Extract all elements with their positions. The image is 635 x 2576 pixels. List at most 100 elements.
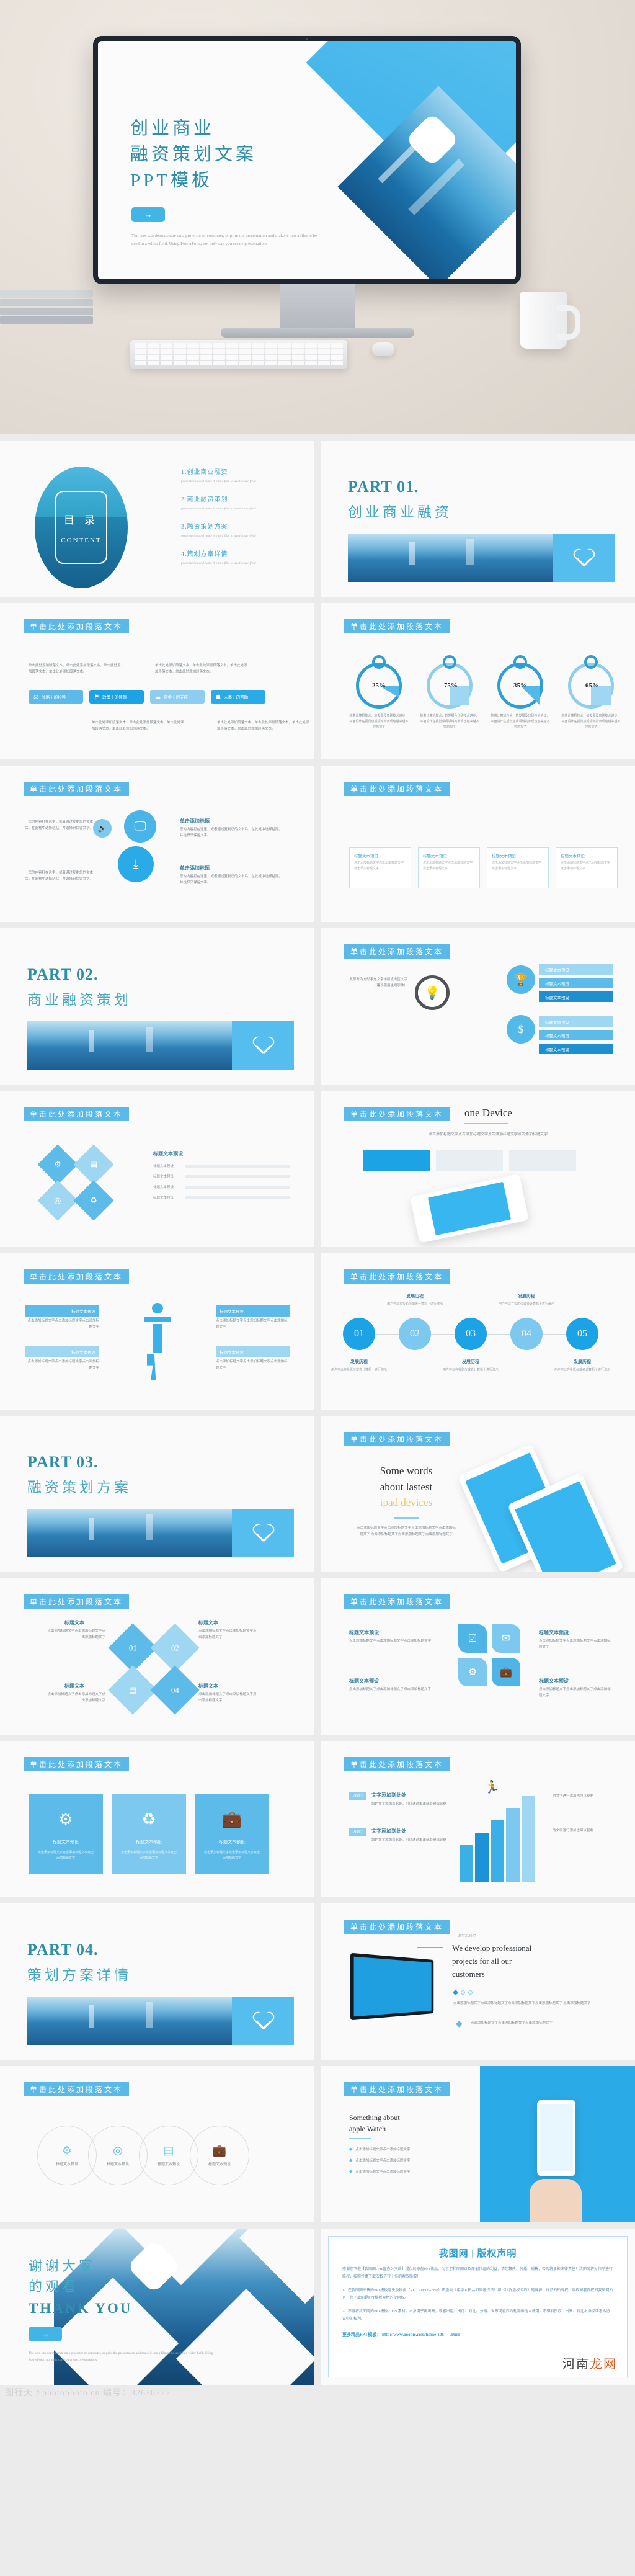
circle-label: 标题文本预设 bbox=[208, 2163, 231, 2167]
develop-footnote: 点击添加标题文字点击添加标题文字点击添加标题文字 bbox=[471, 2021, 553, 2025]
list-item[interactable]: 4.策划方案详情 presentation and make it into a… bbox=[181, 548, 293, 567]
card[interactable]: 标题文本预设 点击添加标题文字点击添加标题文字点击添加标题文字 bbox=[418, 847, 480, 888]
growth-bars bbox=[460, 1796, 535, 1882]
hero-arrow-button[interactable]: → bbox=[131, 207, 165, 222]
person-label[interactable]: 标题文本预设 bbox=[216, 1305, 290, 1317]
device-tile[interactable] bbox=[363, 1150, 430, 1171]
page-footer: 图行天下photophoto.cn 编号：32630277 bbox=[0, 2385, 635, 2402]
list-item[interactable]: 标题文本预设 bbox=[539, 964, 613, 975]
monitor-icon[interactable]: 🖵 bbox=[124, 810, 156, 843]
circle-item[interactable]: 💼 标题文本预设 bbox=[190, 2126, 249, 2185]
watermark-part-2: 龙网 bbox=[590, 2358, 617, 2371]
gear-icon[interactable]: ⚙ bbox=[458, 1658, 487, 1686]
tile-title: 标题文本预设 bbox=[219, 1840, 245, 1845]
person-label[interactable]: 标题文本预设 bbox=[25, 1305, 99, 1317]
timeline-link bbox=[487, 1333, 510, 1335]
list-item[interactable]: 3.融资策划方案 presentation and make it into a… bbox=[181, 521, 293, 540]
timeline-node[interactable]: 05 bbox=[566, 1318, 598, 1350]
list-item[interactable]: 1.创业商业融资 presentation and make it into a… bbox=[181, 467, 293, 485]
slide-growth-chart: 单击此处添加段落文本 2017 文字添加到此处 您的文字添加到此处，可以通过单击… bbox=[321, 1741, 635, 1897]
body-text: 点击添加标题文字点击添加标题文字点击添加标题文字 bbox=[216, 1319, 288, 1330]
tile[interactable]: ♻ 标题文本预设 点击添加标题文字点击添加标题文字点击添加标题文字 bbox=[112, 1794, 186, 1874]
title-line-3: PPT模板 bbox=[130, 171, 213, 191]
chart-icon[interactable]: ▤ bbox=[73, 1144, 114, 1185]
person-label[interactable]: 标题文本预设 bbox=[25, 1346, 99, 1357]
device-tile[interactable] bbox=[436, 1150, 503, 1171]
copyright-link-label: 更多精品PPT模板： bbox=[342, 2332, 381, 2337]
refresh-icon[interactable]: ♻ bbox=[73, 1180, 114, 1221]
growth-desc: 您的文字添加到此处，可以通过单击此处删除此处 bbox=[371, 1838, 447, 1842]
diamond-number[interactable]: 04 bbox=[150, 1665, 200, 1715]
bar-row: 标题文本预设 bbox=[153, 1184, 290, 1189]
callout-chip[interactable]: ☗ 人事上的帮助 bbox=[211, 690, 265, 704]
apple-item: 点击添加标题文字点击添加标题文字 bbox=[355, 2159, 411, 2163]
download-icon[interactable]: ⤓ bbox=[118, 846, 154, 882]
slide-header: 单击此处添加段落文本 bbox=[344, 1757, 450, 1771]
body-text: 点击添加标题文字点击添加标题文字点击添加标题文字 bbox=[539, 1639, 611, 1650]
device-tile[interactable] bbox=[509, 1150, 576, 1171]
list-item[interactable]: 标题文本预设 bbox=[539, 991, 613, 1002]
callout-chip[interactable]: ☁ 资金上的支持 bbox=[150, 690, 205, 704]
speaker-icon[interactable]: 🔊 bbox=[93, 819, 112, 838]
tile[interactable]: ⚙ 标题文本预设 点击添加标题文字点击添加标题文字点击添加标题文字 bbox=[29, 1794, 103, 1874]
bar-row: 标题文本预设 bbox=[153, 1174, 290, 1179]
briefcase-icon[interactable]: 💼 bbox=[492, 1658, 520, 1686]
body-text: 您的内容打在这里，或者通过复制您的文本后，在此框中选择粘贴，并选择只保留文字。 bbox=[25, 820, 94, 831]
media-title: 单击添加标题 bbox=[180, 865, 210, 871]
part-number: PART 04. bbox=[27, 1941, 99, 1959]
slide-header: 单击此处添加段落文本 bbox=[24, 619, 130, 633]
part-heading: PART 02. 商业融资策划 bbox=[27, 965, 131, 1009]
dot[interactable] bbox=[461, 1990, 465, 1995]
slide-header: 单击此处添加段落文本 bbox=[344, 619, 450, 633]
list-item[interactable]: 标题文本预设 bbox=[539, 1044, 613, 1054]
copyright-link-row[interactable]: 更多精品PPT模板： http://www.ooopic.com/home-10… bbox=[342, 2332, 613, 2338]
checklist-icon[interactable]: ☑ bbox=[458, 1624, 487, 1653]
part-image-strip bbox=[27, 1509, 294, 1557]
callout-chip[interactable]: ⚑ 政策上的倾斜 bbox=[89, 690, 144, 704]
list-item[interactable]: 2.商业融资策划 presentation and make it into a… bbox=[181, 494, 293, 512]
list-item[interactable]: 标题文本预设 bbox=[539, 978, 613, 988]
timeline-node[interactable]: 04 bbox=[510, 1318, 543, 1350]
timeline-label: 发展历程 bbox=[406, 1294, 424, 1299]
poster-page: 创业商业 融资策划文案 PPT模板 → The user can demonst… bbox=[0, 0, 635, 2402]
stopwatch-icon: -65% bbox=[568, 663, 614, 709]
slide-leaf-icons: 单击此处添加段落文本 标题文本预设 点击添加标题文字点击添加标题文字点击添加标题… bbox=[321, 1578, 635, 1735]
city-photo bbox=[348, 534, 553, 582]
phone-mockup bbox=[410, 1174, 529, 1243]
hero-description: The user can demonstrate on a projector … bbox=[131, 233, 318, 247]
timeline-node[interactable]: 02 bbox=[399, 1318, 431, 1350]
thank-you-arrow-button[interactable]: → bbox=[29, 2327, 62, 2341]
timeline-row: 01 02 03 04 05 bbox=[343, 1318, 598, 1350]
stopwatch-value: -75% bbox=[442, 682, 458, 689]
carousel-dots[interactable] bbox=[453, 1990, 473, 1995]
stopwatch-item: -75% 随着计算机技术、的发展及印刷技术进步，平面设计在视觉感观领域的表现也越… bbox=[420, 663, 479, 730]
copyright-link-url[interactable]: http://www.ooopic.com/home-106----.html bbox=[382, 2332, 460, 2337]
device-title: one Device bbox=[464, 1107, 512, 1119]
dot[interactable] bbox=[468, 1990, 473, 1995]
title-line-1: 创业商业 bbox=[130, 119, 215, 138]
message-icon[interactable]: ✉ bbox=[492, 1624, 520, 1653]
tile[interactable]: 💼 标题文本预设 点击添加标题文字点击添加标题文字点击添加标题文字 bbox=[195, 1794, 269, 1874]
slide-header: 单击此处添加段落文本 bbox=[24, 782, 130, 796]
card-title: 标题文本预设 bbox=[354, 854, 378, 859]
timeline-node[interactable]: 03 bbox=[455, 1318, 487, 1350]
target-icon[interactable]: ◎ bbox=[37, 1180, 78, 1221]
thank-you-desc: The user can demonstrate on a projector … bbox=[29, 2351, 213, 2362]
gear-icon[interactable]: ⚙ bbox=[37, 1144, 78, 1185]
card[interactable]: 标题文本预设 点击添加标题文字点击添加标题文字点击添加标题文字 bbox=[487, 847, 549, 888]
bar-label: 标题文本预设 bbox=[153, 1175, 174, 1179]
card[interactable]: 标题文本预设 点击添加标题文字点击添加标题文字点击添加标题文字 bbox=[349, 847, 411, 888]
thank-you-block: 谢谢大家 的观看 THANK YOU → The user can demons… bbox=[29, 2256, 215, 2364]
part-image-strip bbox=[27, 1021, 294, 1070]
dot-active[interactable] bbox=[453, 1990, 458, 1995]
list-item[interactable]: 标题文本预设 bbox=[539, 1030, 613, 1040]
slide-big-tiles: 单击此处添加段落文本 ⚙ 标题文本预设 点击添加标题文字点击添加标题文字点击添加… bbox=[0, 1741, 314, 1897]
list-item[interactable]: 标题文本预设 bbox=[539, 1016, 613, 1027]
callout-chip[interactable]: ⚖ 战略上的指导 bbox=[29, 690, 83, 704]
card[interactable]: 标题文本预设 点击添加标题文字点击添加标题文字点击添加标题文字 bbox=[556, 847, 618, 888]
person-icon: ☗ bbox=[216, 693, 221, 700]
timeline-node[interactable]: 01 bbox=[343, 1318, 375, 1350]
person-label[interactable]: 标题文本预设 bbox=[216, 1346, 290, 1357]
develop-body: 点击添加标题文字点击添加标题文字点击添加标题文字点击添加标题文字 点击添加标题文… bbox=[453, 2001, 591, 2005]
copyright-title: 我图网 | 版权声明 bbox=[438, 2249, 517, 2259]
